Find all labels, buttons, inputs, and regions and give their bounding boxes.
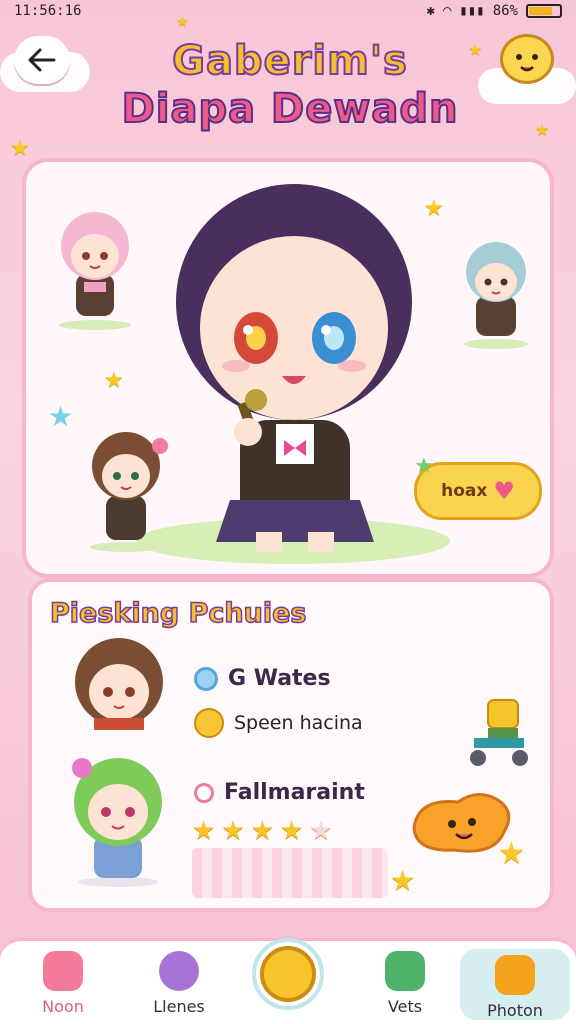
status-bar: 11:56:16 ✱ ◠ ▮▮▮ 86% xyxy=(0,0,576,22)
home-icon xyxy=(43,951,83,991)
star-icon: ★ xyxy=(414,454,434,479)
star-rating[interactable]: ★ ★ ★ ★ ★ xyxy=(192,816,333,846)
star-icon: ★ xyxy=(424,196,444,221)
rating-star-icon[interactable]: ★ xyxy=(309,816,332,846)
nav-item-label: Photon xyxy=(487,1001,543,1020)
page-title: Gaberim's Diapa Dewadn xyxy=(90,38,490,132)
speech-bubble-text: hoax xyxy=(441,481,488,501)
rating-star-icon[interactable]: ★ xyxy=(251,816,274,846)
info-row-1[interactable]: G Wates xyxy=(194,666,331,691)
title-line1: Gaberim's xyxy=(171,38,408,84)
info-item-label: Fallmaraint xyxy=(224,780,365,805)
signal-icon: ▮▮▮ xyxy=(459,3,485,19)
star-icon: ★ xyxy=(176,14,189,30)
info-row-2[interactable]: Speen hacina xyxy=(194,708,363,738)
nav-item-vets[interactable]: Vets xyxy=(350,951,460,1016)
status-icons: ✱ ◠ ▮▮▮ 86% xyxy=(427,3,562,19)
battery-percent: 86% xyxy=(492,3,518,19)
chibi-teal-hair[interactable] xyxy=(446,232,546,350)
rating-star-icon[interactable]: ★ xyxy=(280,816,303,846)
search-icon xyxy=(159,951,199,991)
nav-item-likes[interactable]: Llenes xyxy=(124,951,234,1016)
bottom-nav: Noon Llenes Vets Photon xyxy=(0,938,576,1024)
info-row-3[interactable]: Fallmaraint xyxy=(194,780,365,805)
portrait-green-hair[interactable] xyxy=(58,748,178,888)
info-item-label: Speen hacina xyxy=(234,712,363,734)
mascot-face-icon xyxy=(516,54,538,72)
section-title: Piesking Pchuies xyxy=(49,597,307,630)
nav-center-button[interactable] xyxy=(252,938,324,1010)
chat-face-icon xyxy=(260,946,316,1002)
main-character-illustration[interactable] xyxy=(144,170,444,560)
nav-item-photon[interactable]: Photon xyxy=(460,949,570,1020)
bluetooth-icon: ✱ xyxy=(426,3,435,19)
nav-item-label: Llenes xyxy=(153,997,205,1016)
gem-heart-icon xyxy=(385,951,425,991)
cat-face-icon xyxy=(194,708,224,738)
star-icon: ★ xyxy=(48,400,74,433)
portrait-brown-hair[interactable] xyxy=(64,634,174,730)
star-icon: ★ xyxy=(498,836,525,871)
title-line2: Diapa Dewadn xyxy=(121,86,459,132)
heart-icon: ♥ xyxy=(493,477,515,505)
nav-item-label: Noon xyxy=(42,997,84,1016)
star-icon: ★ xyxy=(390,864,416,897)
info-dot-icon xyxy=(194,666,218,691)
chibi-pink-hair[interactable] xyxy=(40,200,150,330)
arrow-left-icon xyxy=(28,48,56,72)
nav-item-label: Vets xyxy=(387,997,423,1016)
nav-item-home[interactable]: Noon xyxy=(8,951,118,1016)
pattern-strip xyxy=(192,848,388,898)
bag-icon xyxy=(495,955,535,995)
star-icon: ★ xyxy=(535,120,550,139)
heart-badge-icon xyxy=(194,782,214,803)
info-item-label: G Wates xyxy=(228,666,331,691)
mascot-avatar[interactable] xyxy=(500,34,554,84)
star-icon: ★ xyxy=(10,136,30,161)
info-card: Piesking Pchuies G Wates Speen hacina Fa… xyxy=(28,578,554,912)
robot-scooter-illustration xyxy=(470,699,528,766)
wifi-icon: ◠ xyxy=(442,3,452,19)
battery-icon xyxy=(526,4,562,18)
rating-star-icon[interactable]: ★ xyxy=(221,816,244,846)
status-time: 11:56:16 xyxy=(14,3,82,19)
rating-star-icon[interactable]: ★ xyxy=(192,816,215,846)
back-button[interactable] xyxy=(14,36,70,84)
hero-card: hoax ♥ ★ ★ ★ ★ xyxy=(22,158,554,578)
star-icon: ★ xyxy=(104,368,124,393)
